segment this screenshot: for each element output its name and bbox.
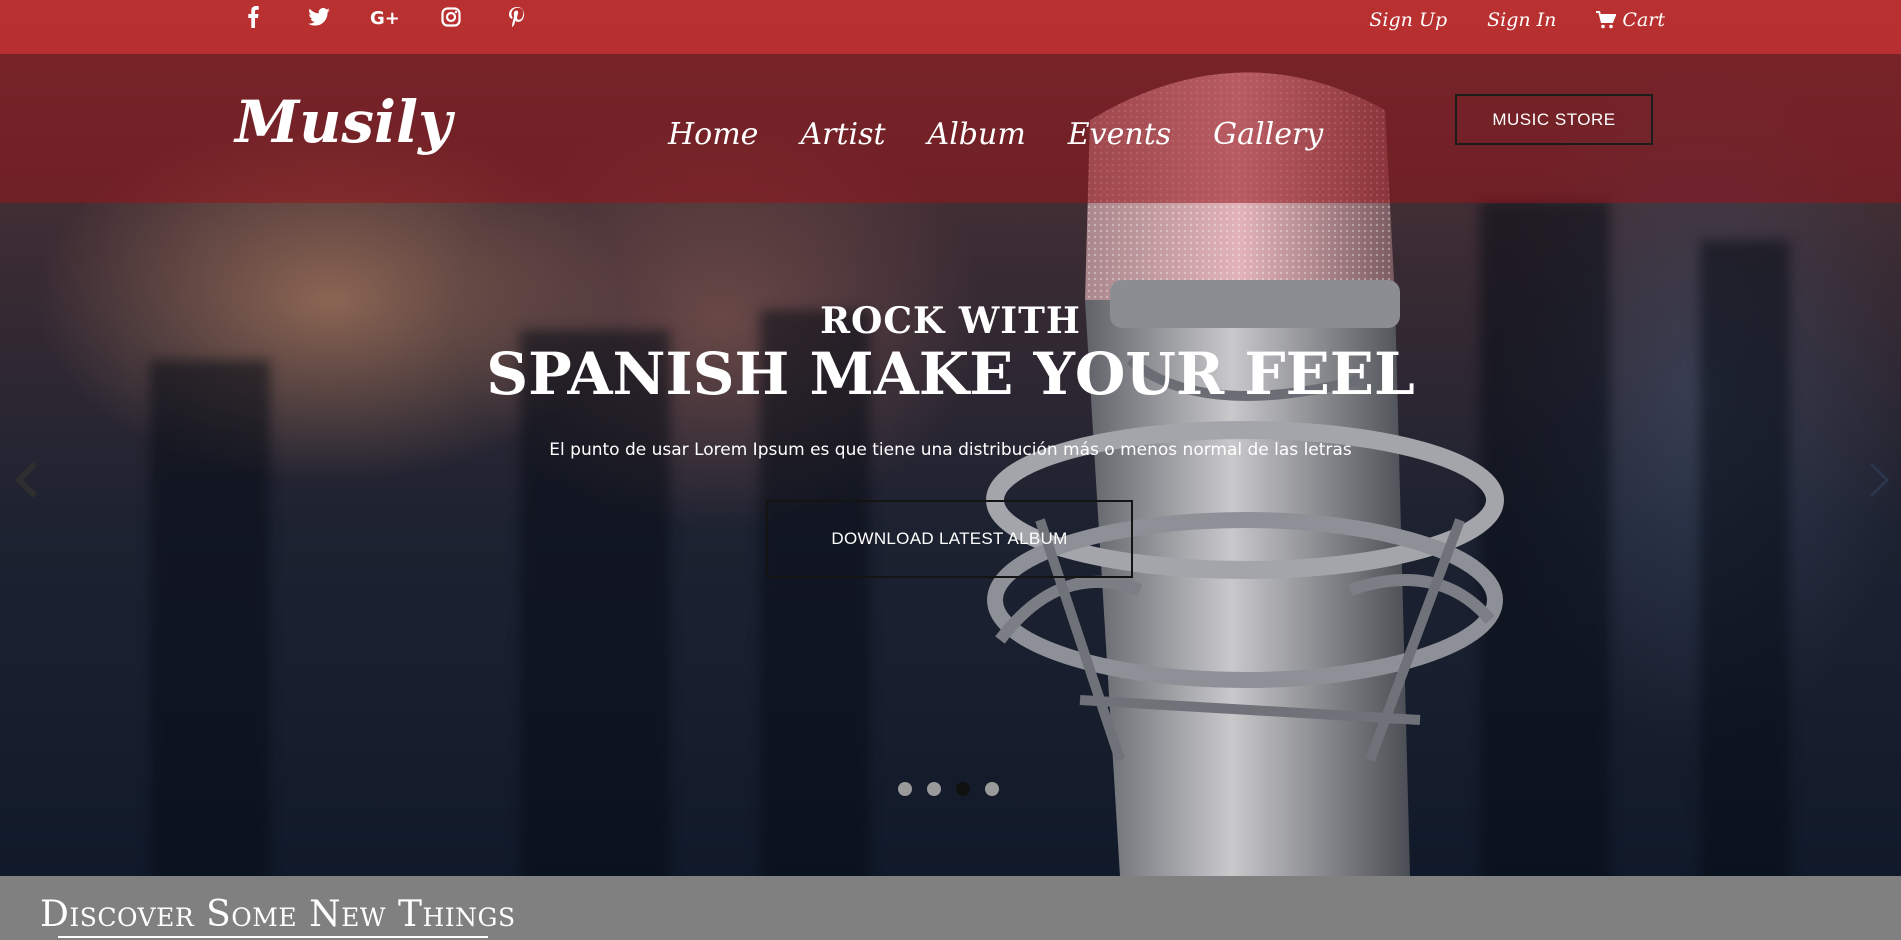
main-nav: Home Artist Album Events Gallery xyxy=(668,117,1323,152)
section-title: Discover Some New Things xyxy=(40,894,516,935)
site-logo[interactable]: Musily xyxy=(235,88,452,156)
cart-icon xyxy=(1596,11,1617,29)
title-underline xyxy=(58,936,488,938)
sign-up-link[interactable]: Sign Up xyxy=(1369,9,1447,31)
carousel-dot-active[interactable] xyxy=(956,782,970,796)
google-plus-icon[interactable]: G+ xyxy=(365,7,405,27)
nav-item-album[interactable]: Album xyxy=(928,117,1026,152)
nav-item-home[interactable]: Home xyxy=(668,117,758,152)
chevron-left-icon xyxy=(14,461,38,499)
page: G+ Sign Up Sign In Cart Musily Home Arti… xyxy=(0,0,1901,940)
music-store-button[interactable]: MUSIC STORE xyxy=(1455,94,1653,145)
social-links: G+ xyxy=(233,0,563,34)
instagram-icon[interactable] xyxy=(431,7,471,27)
sign-in-link[interactable]: Sign In xyxy=(1487,9,1556,31)
hero-title-line-2: SPANISH MAKE YOUR FEEL xyxy=(486,340,1415,408)
download-latest-album-button[interactable]: DOWNLOAD LATEST ALBUM xyxy=(766,500,1133,578)
hero-title-line-1: ROCK WITH xyxy=(820,300,1081,342)
chevron-right-icon xyxy=(1869,462,1890,498)
nav-item-events[interactable]: Events xyxy=(1068,117,1171,152)
carousel-next-button[interactable] xyxy=(1860,458,1900,502)
site-header: Musily Home Artist Album Events Gallery … xyxy=(0,54,1901,203)
twitter-icon[interactable] xyxy=(299,8,339,26)
nav-item-gallery[interactable]: Gallery xyxy=(1213,117,1323,152)
carousel-dot[interactable] xyxy=(898,782,912,796)
svg-text:G+: G+ xyxy=(370,8,400,27)
discover-section: Discover Some New Things xyxy=(0,876,1901,940)
cart-label: Cart xyxy=(1622,9,1665,31)
carousel-indicators xyxy=(898,782,999,796)
nav-item-artist[interactable]: Artist xyxy=(800,117,885,152)
hero-subtitle: El punto de usar Lorem Ipsum es que tien… xyxy=(549,440,1352,460)
carousel-dot[interactable] xyxy=(985,782,999,796)
account-links: Sign Up Sign In Cart xyxy=(1369,0,1665,40)
pinterest-icon[interactable] xyxy=(497,7,537,27)
facebook-icon[interactable] xyxy=(233,6,273,28)
carousel-dot[interactable] xyxy=(927,782,941,796)
cart-link[interactable]: Cart xyxy=(1596,9,1665,31)
top-bar: G+ Sign Up Sign In Cart xyxy=(0,0,1901,54)
carousel-prev-button[interactable] xyxy=(6,458,46,502)
